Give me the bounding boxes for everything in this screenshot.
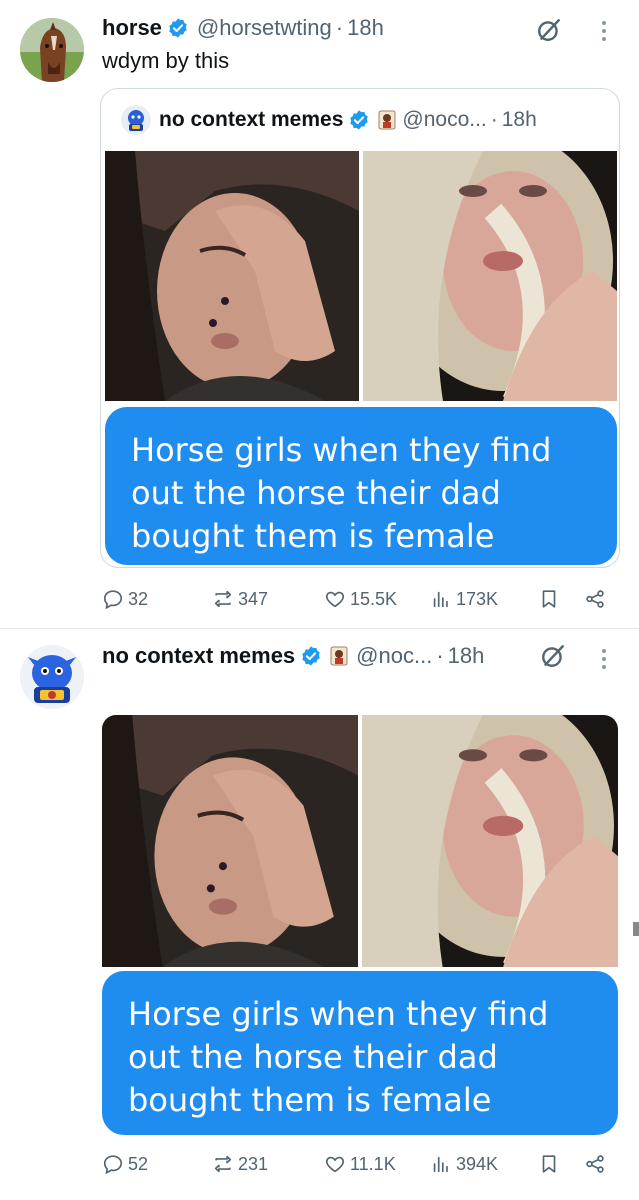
reply-button[interactable]: 32 [102, 588, 148, 610]
author-handle[interactable]: @noc... [356, 643, 432, 669]
views-button[interactable]: 394K [430, 1153, 498, 1175]
meme-caption-bubble: Horse girls when they find out the horse… [105, 407, 617, 565]
share-icon[interactable] [584, 588, 606, 610]
share-icon[interactable] [584, 1153, 606, 1175]
tweet-actions: 32 347 15.5K 173K [102, 584, 612, 614]
quoted-tweet-time[interactable]: 18h [502, 108, 537, 132]
reply-icon [103, 1155, 123, 1175]
photo-blonde-girl [362, 715, 618, 967]
like-count: 15.5K [350, 588, 398, 609]
avatar-no-context-memes[interactable] [121, 105, 151, 135]
like-icon [325, 591, 345, 608]
more-icon[interactable] [600, 19, 608, 43]
like-button[interactable]: 15.5K [324, 588, 397, 610]
verified-badge-icon [167, 17, 189, 39]
repost-icon [214, 590, 232, 608]
affiliate-badge-icon[interactable] [378, 110, 396, 130]
quoted-tweet-header: no context memes @noco... · 18h [121, 105, 537, 135]
verified-badge-icon [348, 109, 370, 131]
tweet-no-context-memes[interactable]: no context memes @noc... · 18h Horse gir… [0, 628, 639, 1200]
reply-icon [103, 590, 123, 610]
like-button[interactable]: 11.1K [324, 1153, 396, 1175]
meme-caption-bubble: Horse girls when they find out the horse… [102, 971, 618, 1135]
quoted-author-handle[interactable]: @noco... [402, 108, 486, 132]
meme-photos [105, 151, 617, 401]
views-count: 173K [456, 588, 499, 609]
tweet-time[interactable]: 18h [347, 15, 384, 41]
avatar-horse[interactable] [20, 18, 84, 82]
author-name[interactable]: no context memes [102, 643, 295, 669]
photo-blonde-girl [363, 151, 617, 401]
photo-crying-girl [105, 151, 359, 401]
meme-caption: Horse girls when they find out the horse… [128, 995, 549, 1119]
repost-button[interactable]: 347 [212, 588, 268, 610]
views-icon [433, 591, 448, 608]
bookmark-icon[interactable] [538, 1153, 560, 1175]
meme-caption: Horse girls when they find out the horse… [131, 431, 552, 555]
reply-count: 32 [128, 588, 149, 609]
repost-count: 347 [238, 588, 269, 609]
avatar-no-context-memes[interactable] [20, 645, 84, 709]
author-handle[interactable]: @horsetwting [197, 15, 332, 41]
bookmark-icon[interactable] [538, 588, 560, 610]
reply-count: 52 [128, 1153, 149, 1174]
scrollbar-thumb[interactable] [633, 922, 639, 936]
like-icon [325, 1156, 345, 1173]
repost-count: 231 [238, 1153, 269, 1174]
affiliate-badge-icon[interactable] [330, 646, 348, 666]
quoted-tweet[interactable]: no context memes @noco... · 18h Horse gi… [100, 88, 620, 568]
grok-icon[interactable] [540, 643, 566, 669]
tweet-horse[interactable]: horse @horsetwting · 18h wdym by this no… [0, 0, 639, 628]
tweet-actions: 52 231 11.1K 394K [102, 1149, 612, 1179]
repost-icon [214, 1155, 232, 1173]
reply-button[interactable]: 52 [102, 1153, 148, 1175]
meme-photos [102, 715, 618, 967]
views-button[interactable]: 173K [430, 588, 498, 610]
tweet-text: wdym by this [102, 48, 230, 73]
separator-dot: · [335, 15, 344, 40]
meme-image[interactable]: Horse girls when they find out the horse… [102, 715, 618, 1135]
separator-dot: · [436, 643, 444, 668]
views-icon [433, 1156, 448, 1173]
like-count: 11.1K [350, 1153, 396, 1174]
author-name[interactable]: horse [102, 15, 162, 41]
quoted-author-name[interactable]: no context memes [159, 108, 343, 132]
photo-crying-girl [102, 715, 358, 967]
views-count: 394K [456, 1153, 499, 1174]
more-icon[interactable] [600, 647, 608, 671]
meme-image[interactable]: Horse girls when they find out the horse… [105, 151, 617, 565]
repost-button[interactable]: 231 [212, 1153, 268, 1175]
separator-dot: · [490, 108, 498, 131]
grok-icon[interactable] [536, 17, 562, 43]
tweet-time[interactable]: 18h [448, 643, 485, 669]
verified-badge-icon [300, 645, 322, 667]
